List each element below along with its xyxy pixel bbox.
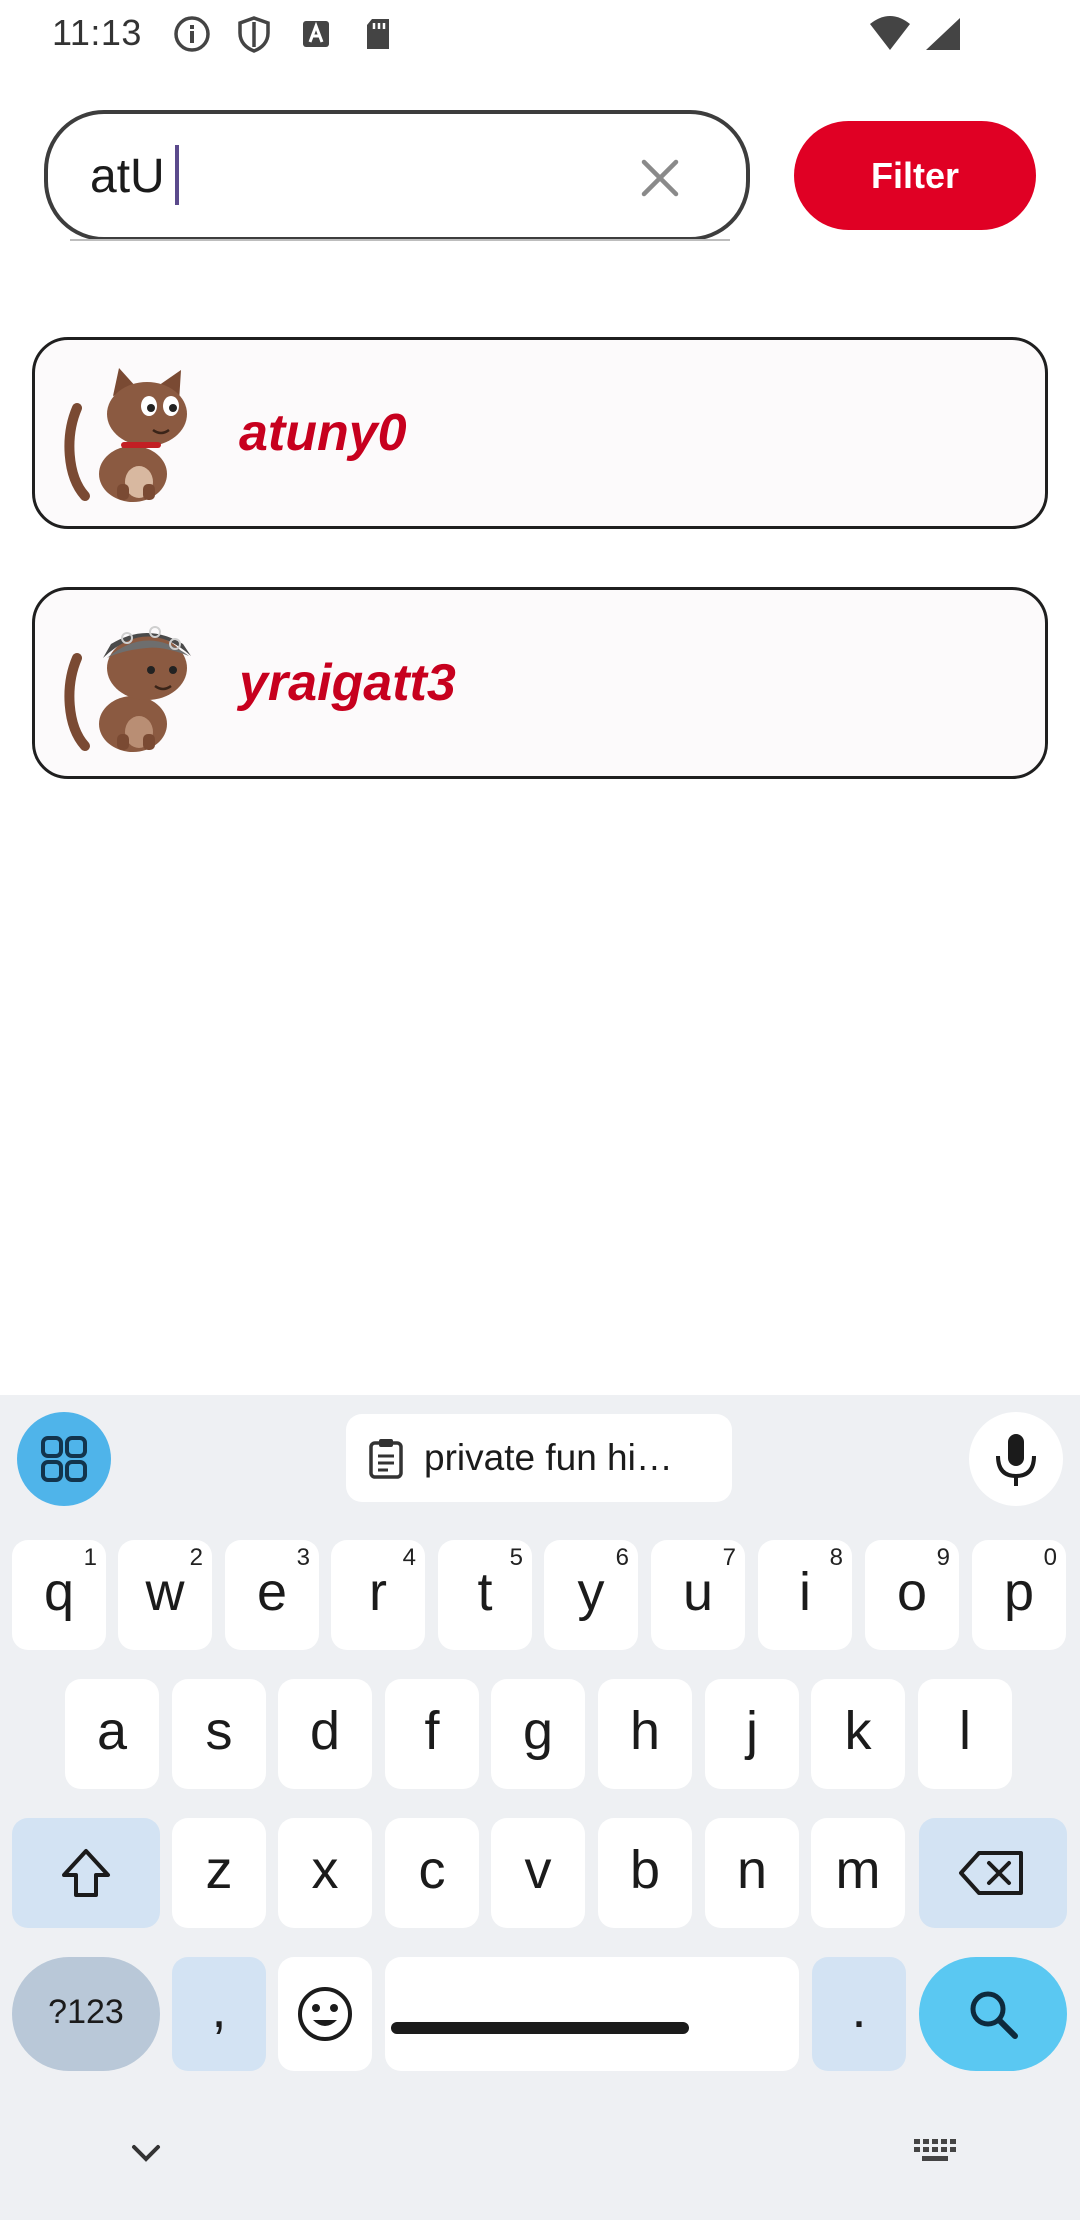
voice-input-button[interactable] [969,1412,1063,1506]
font-icon [303,21,329,47]
result-card[interactable]: atuny0 [32,337,1048,529]
key-d[interactable]: d [278,1679,372,1789]
cat-avatar [64,368,187,502]
key-hint: 6 [615,1544,629,1571]
key-o[interactable]: o9 [865,1540,959,1650]
result-name: yraigatt3 [239,654,456,712]
key-p[interactable]: p0 [972,1540,1066,1650]
key-hint: 0 [1043,1544,1057,1571]
key-n[interactable]: n [705,1818,799,1928]
keyboard-apps-button[interactable] [17,1412,111,1506]
key-hint: 1 [83,1544,97,1571]
search-action-key[interactable] [919,1957,1067,2071]
key-hint: 2 [189,1544,203,1571]
key-label: w [145,1562,185,1622]
key-label: u [682,1562,714,1622]
symbols-key[interactable]: ?123 [12,1957,160,2071]
key-label: t [477,1562,493,1622]
key-u[interactable]: u7 [651,1540,745,1650]
key-hint: 3 [296,1544,310,1571]
key-hint: 7 [722,1544,736,1571]
key-g[interactable]: g [491,1679,585,1789]
search-underline [70,239,730,241]
key-j[interactable]: j [705,1679,799,1789]
key-t[interactable]: t5 [438,1540,532,1650]
search-input-value: atU [90,150,165,203]
key-w[interactable]: w2 [118,1540,212,1650]
key-m[interactable]: m [811,1818,905,1928]
shield-icon [238,16,270,53]
key-l[interactable]: l [918,1679,1012,1789]
key-label: e [256,1562,288,1622]
key-hint: 5 [509,1544,523,1571]
info-icon [174,16,210,52]
signal-icon [926,18,960,50]
search-icon [970,1991,1018,2039]
gesture-nav-handle[interactable] [391,2022,689,2034]
backspace-icon [959,1851,1023,1895]
mic-icon [996,1434,1036,1486]
key-a[interactable]: a [65,1679,159,1789]
key-e[interactable]: e3 [225,1540,319,1650]
clipboard-suggestion-text: private fun hi… [424,1437,673,1478]
key-q[interactable]: q1 [12,1540,106,1650]
clipboard-icon [369,1439,403,1479]
key-r[interactable]: r4 [331,1540,425,1650]
key-h[interactable]: h [598,1679,692,1789]
key-s[interactable]: s [172,1679,266,1789]
key-label: p [1003,1562,1035,1622]
keyboard: private fun hi… q1 w2 e3 r4 t5 y6 u7 i8 … [0,1395,1080,2220]
cat-bandana-avatar [64,626,191,752]
clipboard-suggestion-chip[interactable]: private fun hi… [346,1414,732,1502]
key-x[interactable]: x [278,1818,372,1928]
key-label: i [799,1562,811,1622]
key-hint: 4 [402,1544,416,1571]
search-input[interactable]: atU [90,144,610,210]
space-key[interactable] [385,1957,799,2071]
result-name: atuny0 [239,404,407,462]
key-label: q [43,1562,75,1622]
key-hint: 9 [936,1544,950,1571]
shift-key[interactable] [12,1818,160,1928]
search-box[interactable]: atU [44,110,750,241]
key-k[interactable]: k [811,1679,905,1789]
shift-icon [62,1849,110,1897]
key-label: o [896,1562,928,1622]
key-label: y [577,1562,605,1622]
filter-button[interactable]: Filter [794,121,1036,230]
key-f[interactable]: f [385,1679,479,1789]
wifi-icon [870,16,910,50]
key-hint: 8 [829,1544,843,1571]
emoji-icon [298,1987,352,2041]
chevron-down-icon[interactable] [126,2139,166,2169]
keyboard-toolbar: private fun hi… [0,1395,1080,1525]
keyboard-switch-icon[interactable] [910,2135,958,2169]
grid-icon [41,1436,87,1482]
key-c[interactable]: c [385,1818,479,1928]
backspace-key[interactable] [919,1818,1067,1928]
emoji-key[interactable] [278,1957,372,2071]
period-key[interactable]: . [812,1957,906,2071]
close-icon[interactable] [634,152,686,204]
status-bar: 11:13 [0,0,1080,66]
key-y[interactable]: y6 [544,1540,638,1650]
text-caret [174,145,179,206]
key-v[interactable]: v [491,1818,585,1928]
keyboard-bottom-bar [0,2115,1080,2220]
key-z[interactable]: z [172,1818,266,1928]
key-i[interactable]: i8 [758,1540,852,1650]
key-b[interactable]: b [598,1818,692,1928]
key-label: r [369,1562,387,1622]
status-time: 11:13 [52,12,142,53]
result-card[interactable]: yraigatt3 [32,587,1048,779]
comma-key[interactable]: , [172,1957,266,2071]
sd-card-icon [367,19,389,49]
